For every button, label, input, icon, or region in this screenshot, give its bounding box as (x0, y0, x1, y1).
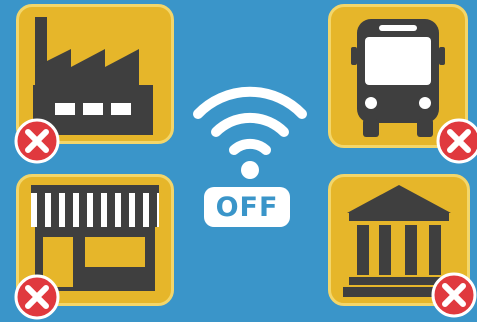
close-icon (14, 118, 60, 164)
wifi-icon (193, 86, 307, 179)
wifi-off-label: OFF (204, 187, 290, 227)
wifi-status-panel: OFF (188, 84, 312, 238)
close-icon (431, 272, 477, 318)
close-icon (14, 274, 60, 320)
close-icon (436, 118, 477, 164)
